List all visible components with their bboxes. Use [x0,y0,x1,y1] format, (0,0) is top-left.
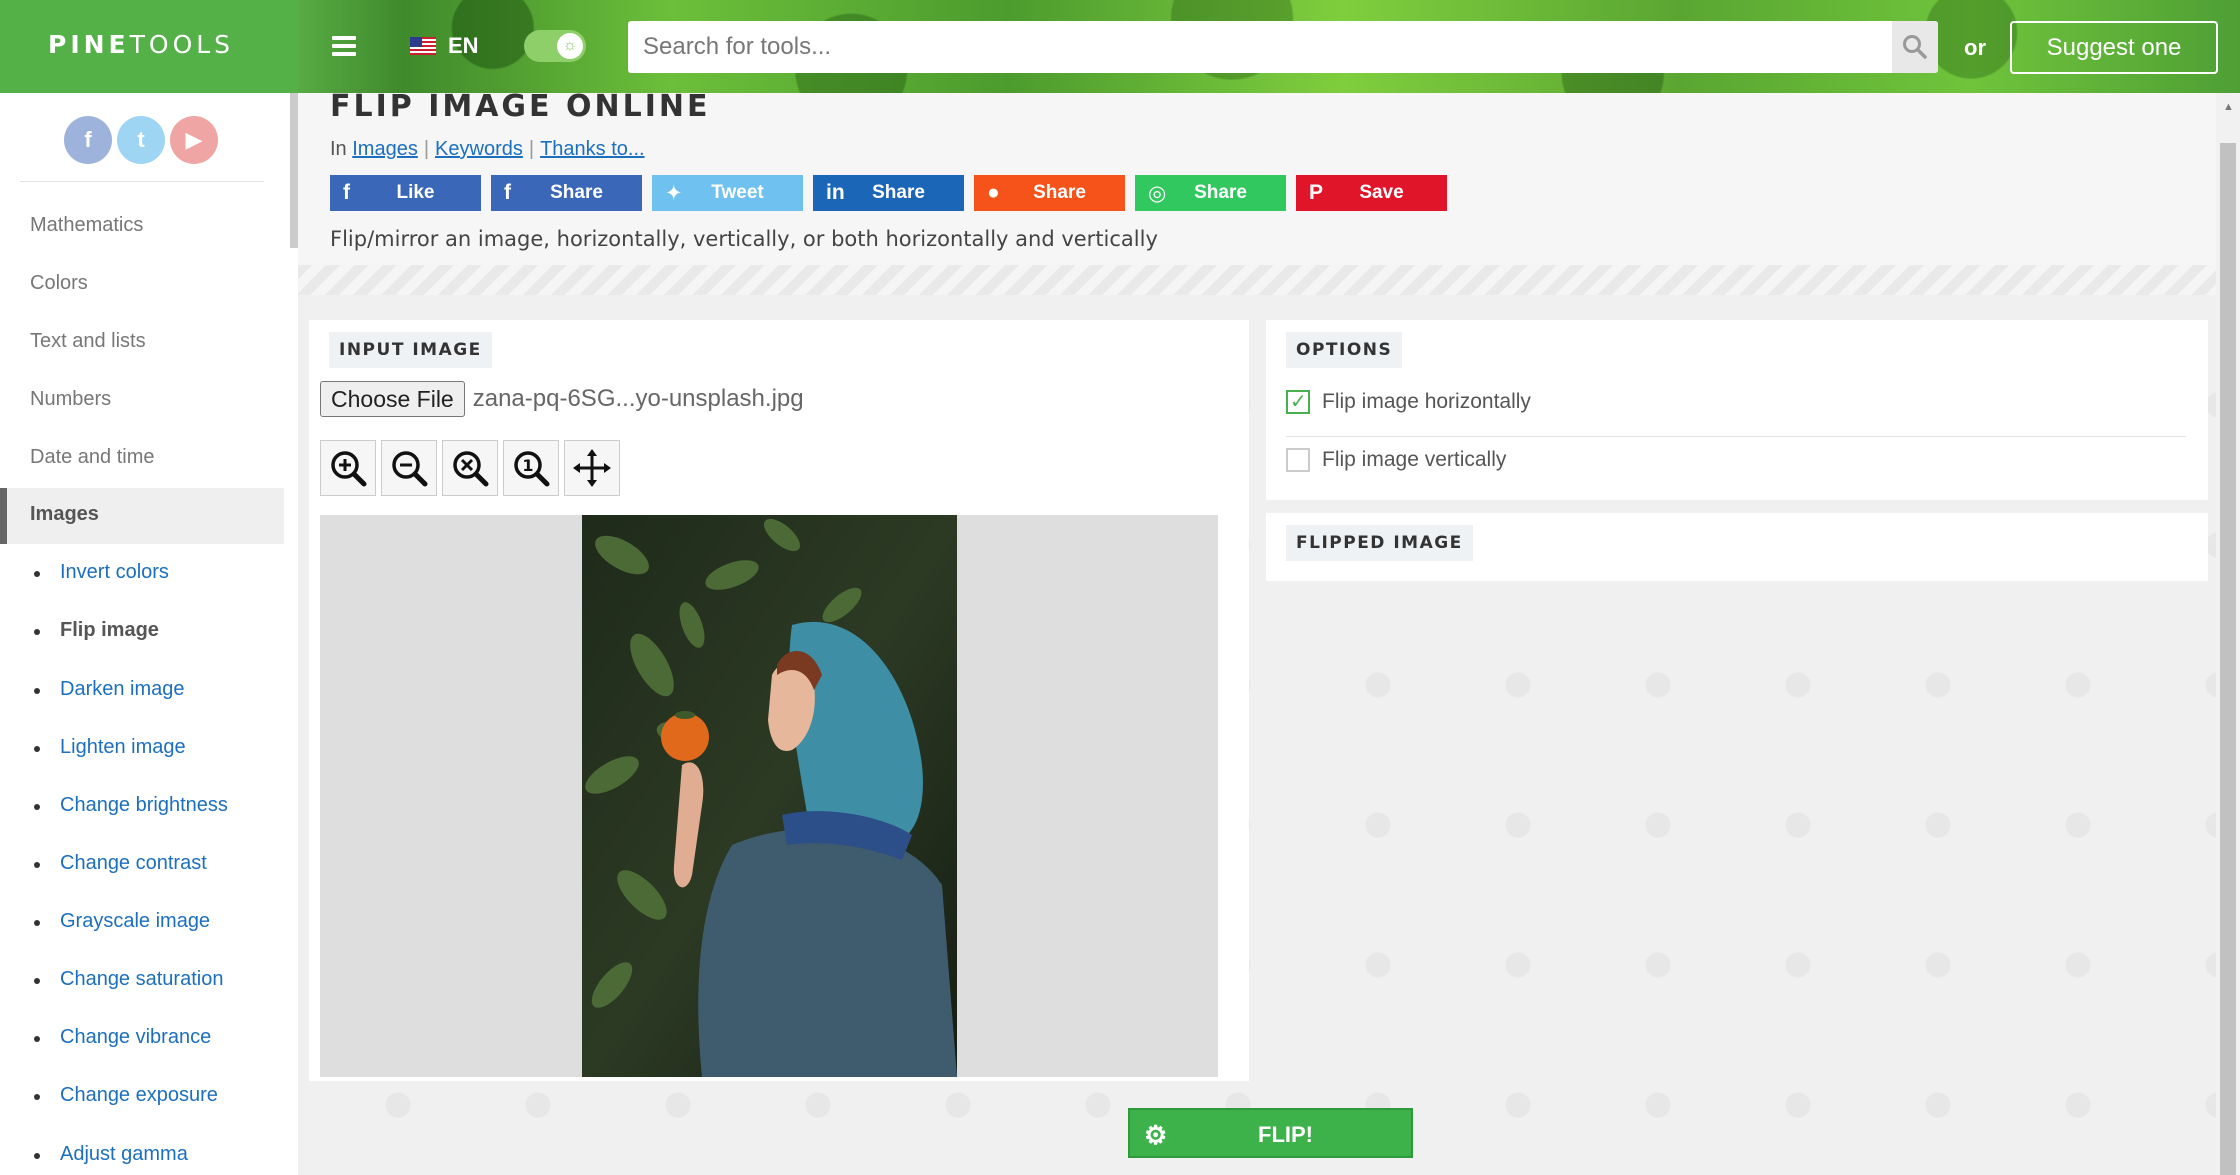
subitem-change-vibrance[interactable]: Change vibrance [33,1026,211,1049]
menu-icon[interactable] [332,36,356,56]
search-icon [1903,35,1927,59]
flipped-image-panel: FLIPPED IMAGE [1266,513,2208,581]
flipped-image-label: FLIPPED IMAGE [1286,525,1473,561]
page-title: FLIP IMAGE ONLINE [330,89,711,124]
zoom-in-button[interactable] [320,440,376,496]
sidebar-item-label: Images [30,503,99,525]
zoom-toolbar: 1 [320,440,620,496]
option-flip-vertical[interactable]: Flip image vertically [1286,448,1506,472]
youtube-icon[interactable]: ▶ [170,116,218,164]
sidebar-item-numbers[interactable]: Numbers [30,388,111,411]
zoom-actual-size-button[interactable]: 1 [503,440,559,496]
zoom-reset-icon [453,451,489,487]
flip-horizontal-checkbox[interactable] [1286,389,1310,414]
sun-icon: ☼ [557,33,583,59]
reddit-share-button[interactable]: ● Share [974,175,1125,211]
subitem-change-exposure[interactable]: Change exposure [34,1084,218,1107]
zoom-in-icon [331,451,367,487]
move-icon [573,449,611,487]
options-divider [1286,436,2186,437]
facebook-icon[interactable]: f [64,116,112,164]
share-buttons: f Like f Share ✦ Tweet in Share ● Share ◎ Shar… [330,175,1447,211]
flip-horizontal-label[interactable]: Flip image horizontally [1322,390,1531,414]
scroll-up-icon[interactable]: ▲ [2223,101,2234,113]
breadcrumb-prefix: In [330,138,347,160]
sidebar-item-images[interactable]: Images [0,488,284,544]
subitem-lighten-image[interactable]: Lighten image [34,736,186,759]
options-label: OPTIONS [1286,332,1403,368]
zoom-actual-size-icon: 1 [514,451,550,487]
whatsapp-share-button[interactable]: ◎ Share [1135,175,1286,211]
scrollbar-thumb[interactable] [2220,143,2236,1175]
us-flag-icon [410,37,436,55]
sidebar-item-colors[interactable]: Colors [30,272,88,295]
breadcrumb-images-link[interactable]: Images [352,138,418,160]
file-name: zana-pq-6SG...yo-unsplash.jpg [472,385,804,412]
logo[interactable]: PINETOOLS [48,30,234,59]
sidebar-item-text-and-lists[interactable]: Text and lists [30,330,146,353]
facebook-share-button[interactable]: f Share [491,175,642,211]
page-scrollbar[interactable]: ▲ [2216,93,2240,1175]
file-picker: Choose File zana-pq-6SG...yo-unsplash.jp… [320,381,804,417]
logo-text-thin: TOOLS [129,30,235,59]
flip-button[interactable]: ⚙ FLIP! [1128,1108,1413,1158]
main-content: FLIP IMAGE ONLINE In Images | Keywords | Tha… [298,89,2216,1175]
sidebar: f t ▶ Mathematics Colors Text and lists … [0,93,298,1175]
logo-text-bold: PINE [48,30,130,59]
choose-file-button[interactable]: Choose File [320,381,465,417]
zoom-out-icon [392,451,428,487]
or-text: or [1964,35,1986,60]
twitter-icon[interactable]: t [117,116,165,164]
breadcrumb-thanks-link[interactable]: Thanks to... [540,138,645,160]
theme-toggle[interactable]: ☼ [524,30,586,62]
subitem-change-brightness[interactable]: Change brightness [34,794,228,817]
twitter-tweet-button[interactable]: ✦ Tweet [652,175,803,211]
option-flip-horizontal[interactable]: Flip image horizontally [1286,389,1531,414]
subitem-change-contrast[interactable]: Change contrast [34,852,207,875]
breadcrumb: In Images | Keywords | Thanks to... [330,138,645,160]
top-bar: PINETOOLS EN ☼ or Suggest one [0,0,2240,93]
svg-text:1: 1 [522,456,533,475]
subitem-adjust-gamma[interactable]: Adjust gamma [34,1143,188,1166]
subitem-invert-colors[interactable]: Invert colors [34,561,169,584]
linkedin-share-button[interactable]: in Share [813,175,964,211]
flip-button-label: FLIP! [1258,1122,1313,1147]
suggest-button[interactable]: Suggest one [2010,21,2218,74]
breadcrumb-keywords-link[interactable]: Keywords [435,138,523,160]
tool-header: FLIP IMAGE ONLINE In Images | Keywords | Tha… [298,89,2216,265]
search-input[interactable] [628,21,1892,73]
zoom-out-button[interactable] [381,440,437,496]
tool-description: Flip/mirror an image, horizontally, vert… [330,227,1158,251]
flip-vertical-label[interactable]: Flip image vertically [1322,448,1506,472]
sidebar-scrollbar[interactable] [290,93,298,248]
sidebar-item-mathematics[interactable]: Mathematics [30,214,143,237]
language-label: EN [448,33,479,58]
language-selector[interactable]: EN [410,33,479,59]
header-stripe [298,265,2216,295]
logo-area: PINETOOLS [0,0,298,93]
subitem-change-saturation[interactable]: Change saturation [33,968,223,991]
zoom-reset-button[interactable] [442,440,498,496]
pinterest-save-button[interactable]: P Save [1296,175,1447,211]
subitem-darken-image[interactable]: Darken image [34,678,185,701]
social-links: f t ▶ [64,116,218,164]
facebook-like-button[interactable]: f Like [330,175,481,211]
image-canvas[interactable] [320,515,1218,1077]
photo-woman-with-orange [582,515,957,1077]
options-panel: OPTIONS Flip image horizontally Flip ima… [1266,320,2208,500]
search-box [628,21,1938,73]
flip-vertical-checkbox[interactable] [1286,448,1310,472]
sidebar-divider [20,181,264,182]
move-button[interactable] [564,440,620,496]
subitem-flip-image[interactable]: Flip image [34,619,159,642]
input-photo [582,515,957,1077]
search-button[interactable] [1892,21,1938,73]
input-image-label: INPUT IMAGE [329,332,492,368]
subitem-grayscale-image[interactable]: Grayscale image [33,910,210,933]
sidebar-item-date-and-time[interactable]: Date and time [30,446,155,469]
